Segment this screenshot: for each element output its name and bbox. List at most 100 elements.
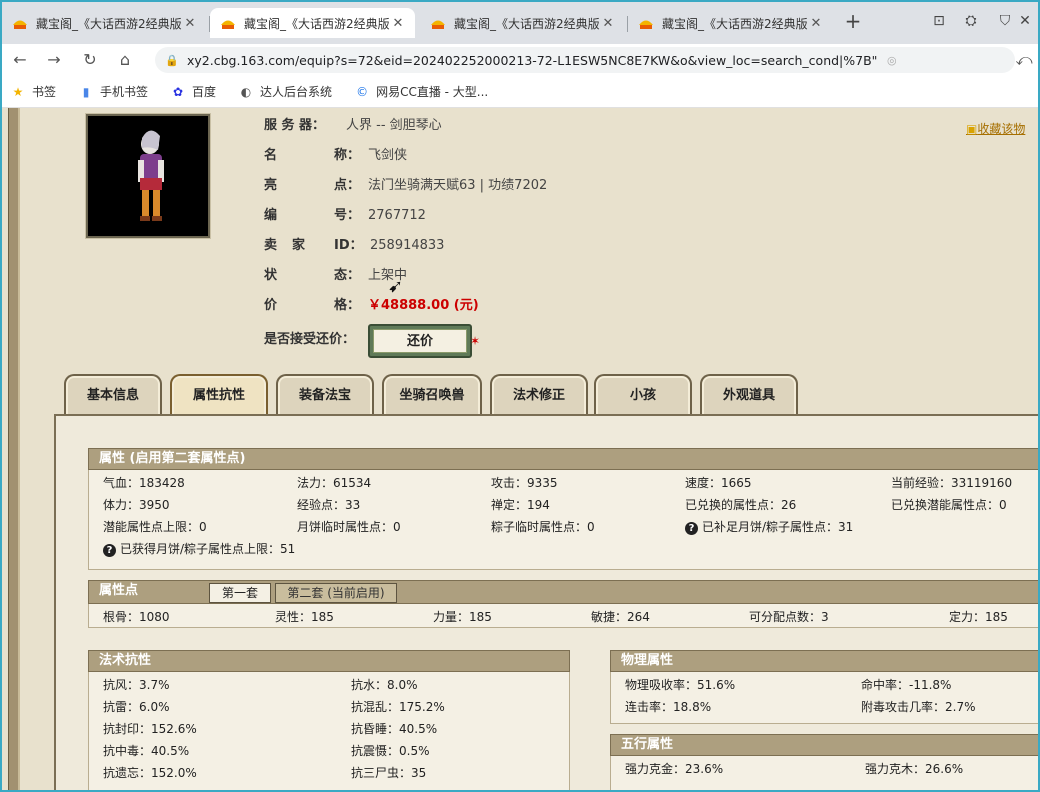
browser-tab[interactable]: 藏宝阁_《大话西游2经典版 ✕: [2, 8, 207, 38]
tab-attributes-resistance[interactable]: 属性抗性: [170, 374, 268, 416]
highlight-row: 亮 点： 法门坐骑满天赋63 | 功绩7202: [264, 174, 547, 204]
attr-hp: 气血：183428: [103, 476, 185, 490]
close-window-icon[interactable]: ✕: [1014, 10, 1036, 32]
favorite-label: 收藏该物: [977, 122, 1026, 136]
reload-icon[interactable]: ↻: [78, 48, 102, 72]
attributes-title: 属性 (启用第二套属性点): [99, 451, 246, 466]
help-icon[interactable]: ?: [103, 544, 116, 557]
attr-stamina: 体力：3950: [103, 498, 170, 512]
bargain-label: 是否接受还价：: [264, 332, 356, 347]
resist-corpse-worm: 抗三尸虫：35: [351, 766, 427, 780]
tab-mounts-summons[interactable]: 坐骑召唤兽: [382, 374, 482, 416]
cbg-favicon-icon: [13, 20, 27, 29]
points-title: 属性点: [99, 583, 139, 598]
attr-redeemed-points: 已兑换的属性点：26: [685, 498, 797, 512]
elements-body: 强力克金：23.6% 强力克木：26.6%: [610, 756, 1038, 790]
number-label: 编: [264, 208, 278, 223]
seller-label: 卖: [264, 238, 278, 253]
tab-child[interactable]: 小孩: [594, 374, 692, 416]
home-icon[interactable]: ⌂: [113, 48, 137, 72]
resist-shock: 抗震慑：0.5%: [351, 744, 430, 758]
tab-search-icon[interactable]: ⊡: [928, 10, 950, 32]
cbg-favicon-icon: [639, 20, 653, 29]
bookmark-label: 达人后台系统: [260, 85, 333, 99]
address-bar[interactable]: 🔒 xy2.cbg.163.com/equip?s=72&eid=2024022…: [155, 47, 1015, 73]
elements-header: 五行属性: [610, 734, 1038, 756]
points-tab-second[interactable]: 第二套 (当前启用): [275, 583, 397, 603]
browser-tab-active[interactable]: 藏宝阁_《大话西游2经典版 ✕: [210, 8, 415, 38]
browser-tab[interactable]: 藏宝阁_《大话西游2经典版 ✕: [628, 8, 833, 38]
number-row: 编 号： 2767712: [264, 204, 426, 234]
phys-combo: 连击率：18.8%: [625, 700, 712, 714]
extensions-icon[interactable]: ⛭: [960, 10, 982, 32]
browser-tab[interactable]: 藏宝阁_《大话西游2经典版 ✕: [420, 8, 625, 38]
bargain-button-label: 还价: [373, 329, 467, 353]
bookmark-label: 书签: [32, 85, 57, 99]
bargain-row: 是否接受还价：: [264, 328, 368, 358]
seller-id-value: 258914833: [370, 238, 445, 253]
price-label: 价: [264, 298, 278, 313]
shirt-icon[interactable]: ⛉: [994, 10, 1016, 32]
phys-poison-attack: 附毒攻击几率：2.7%: [861, 700, 976, 714]
bookmark-item[interactable]: ◐ 达人后台系统: [238, 83, 332, 100]
attr-mp: 法力：61534: [297, 476, 372, 490]
star-icon: ★: [12, 84, 24, 99]
share-icon[interactable]: ◎: [887, 54, 897, 67]
tab-spell-correction[interactable]: 法术修正: [490, 374, 588, 416]
price-value: ￥48888.00 (元): [368, 298, 479, 313]
close-icon[interactable]: ✕: [391, 16, 405, 31]
resist-chaos: 抗混乱：175.2%: [351, 700, 445, 714]
highlight-label: 点：: [334, 178, 361, 193]
tab-title: 藏宝阁_《大话西游2经典版: [244, 16, 390, 31]
close-icon[interactable]: ✕: [809, 16, 823, 31]
close-icon[interactable]: ✕: [601, 16, 615, 31]
bookmark-item[interactable]: © 网易CC直播 - 大型...: [354, 83, 488, 100]
points-tab-first[interactable]: 第一套: [209, 583, 271, 603]
resist-forget: 抗遗忘：152.0%: [103, 766, 197, 780]
server-value: 人界 -- 剑胆琴心: [346, 118, 442, 133]
pointer-arrow-icon: ✶: [470, 334, 481, 348]
points-body: 根骨：1080 灵性：185 力量：185 敏捷：264 可分配点数：3 定力：…: [88, 604, 1038, 628]
tab-basic-info[interactable]: 基本信息: [64, 374, 162, 416]
favorite-link[interactable]: ▣收藏该物: [966, 120, 1025, 137]
history-icon[interactable]: ⤺: [1012, 48, 1036, 72]
tab-equipment[interactable]: 装备法宝: [276, 374, 374, 416]
bargain-button[interactable]: 还价: [368, 324, 472, 358]
bookmark-label: 百度: [192, 85, 217, 99]
help-icon[interactable]: ?: [685, 522, 698, 535]
name-value: 飞剑侠: [368, 148, 408, 163]
bookmark-item[interactable]: ✿ 百度: [170, 83, 216, 100]
resist-sleep: 抗昏睡：40.5%: [351, 722, 438, 736]
mouse-cursor-icon: ➹: [388, 276, 404, 297]
bookmark-label: 网易CC直播 - 大型...: [376, 85, 489, 99]
point-unallocated: 可分配点数：3: [749, 610, 829, 624]
character-avatar: [85, 113, 211, 239]
close-icon[interactable]: ✕: [183, 16, 197, 31]
bookmark-item[interactable]: ★ 书签: [10, 83, 56, 100]
edge-icon: ◐: [240, 84, 252, 99]
phone-icon: ▮: [82, 84, 90, 99]
bookmark-item[interactable]: ▮ 手机书签: [78, 83, 148, 100]
seller-row: 卖家 ID： 258914833: [264, 234, 444, 264]
back-icon[interactable]: ←: [8, 48, 32, 72]
cbg-favicon-icon: [221, 20, 235, 29]
elem-metal: 强力克金：23.6%: [625, 762, 724, 776]
forward-icon[interactable]: →: [42, 48, 66, 72]
attr-potential-cap: 潜能属性点上限：0: [103, 520, 207, 534]
attr-filled-points: ? 已补足月饼/粽子属性点：31: [685, 518, 853, 535]
attr-obtained-cap: ? 已获得月饼/粽子属性点上限：51: [103, 540, 295, 557]
point-agility: 敏捷：264: [591, 610, 650, 624]
url-text[interactable]: xy2.cbg.163.com/equip?s=72&eid=202402252…: [187, 53, 877, 68]
browser-tab-strip: 藏宝阁_《大话西游2经典版 ✕ 藏宝阁_《大话西游2经典版 ✕ 藏宝阁_《大话西…: [0, 0, 1040, 44]
resist-body: 抗风：3.7% 抗雷：6.0% 抗封印：152.6% 抗中毒：40.5% 抗遗忘…: [88, 672, 570, 790]
lock-icon: 🔒: [165, 53, 179, 67]
tab-title: 藏宝阁_《大话西游2经典版: [662, 16, 808, 31]
new-tab-button[interactable]: +: [842, 10, 864, 32]
browser-toolbar: ← → ↻ ⌂ 🔒 xy2.cbg.163.com/equip?s=72&eid…: [0, 44, 1040, 76]
attr-mooncake-temp: 月饼临时属性点：0: [297, 520, 401, 534]
attr-filled-points-text: 已补足月饼/粽子属性点：31: [702, 520, 854, 534]
point-constitution: 根骨：1080: [103, 610, 170, 624]
elements-title: 五行属性: [621, 737, 674, 752]
tab-appearance[interactable]: 外观道具: [700, 374, 798, 416]
attr-redeemed-potential: 已兑换潜能属性点：0: [891, 498, 1007, 512]
